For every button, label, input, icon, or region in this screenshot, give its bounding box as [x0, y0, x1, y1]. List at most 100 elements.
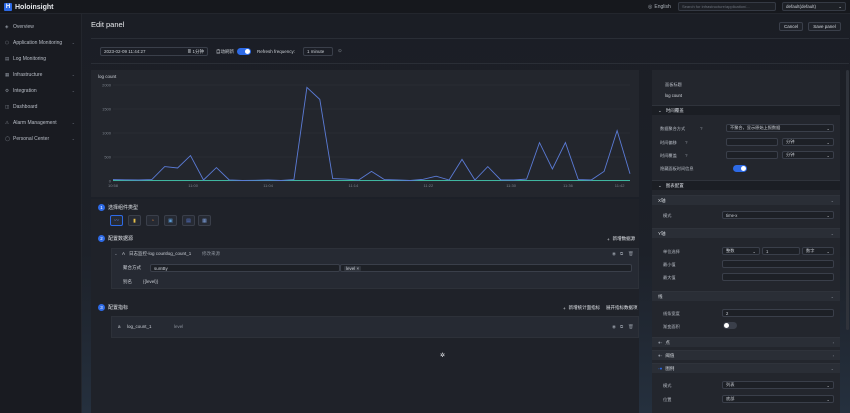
chart-type-grid[interactable]: ▦: [198, 215, 211, 226]
add-datasource-button[interactable]: + 新增数据源: [607, 236, 635, 242]
chevron-down-icon: ⌄: [830, 198, 834, 203]
help-icon[interactable]: ?: [700, 126, 703, 131]
sidebar-item-overview[interactable]: ◈ Overview: [0, 22, 82, 31]
chevron-down-icon: ⌄: [838, 4, 842, 9]
legend-mode-value: 列表: [726, 382, 735, 387]
copy-icon[interactable]: ⧉: [620, 324, 623, 329]
x-tick-label: 11:04: [263, 183, 273, 188]
sidebar-item-alarm-management[interactable]: ⚠ Alarm Management ⌄: [0, 118, 82, 127]
legend-position-select[interactable]: 底部 ⌄: [722, 395, 834, 403]
section-chart[interactable]: ⌄ 图表配置: [652, 180, 840, 190]
section-points[interactable]: ●◦ 点 ›: [652, 337, 840, 347]
section-time[interactable]: ⌄ 时间覆盖: [652, 105, 840, 115]
time-range-unit-value: 分钟: [786, 152, 795, 157]
decimals-input[interactable]: 1: [762, 247, 800, 255]
time-range-label: 时间覆盖: [660, 153, 677, 158]
sidebar-item-dashboard[interactable]: ◫ Dashboard: [0, 102, 82, 111]
chevron-down-icon: ⌄: [71, 72, 75, 77]
eye-icon[interactable]: ◉: [612, 251, 616, 257]
agg-mode-label: 数据聚合方式: [660, 126, 686, 131]
copy-icon[interactable]: ⧉: [620, 251, 623, 256]
help-icon[interactable]: ?: [685, 140, 688, 145]
save-panel-button[interactable]: Save panel: [808, 22, 841, 31]
help-icon[interactable]: ?: [685, 153, 688, 158]
time-shift-input[interactable]: [726, 138, 778, 146]
delete-icon[interactable]: 🗑: [628, 251, 634, 257]
chevron-down-icon: ⌄: [658, 182, 662, 188]
query-builder: [91, 199, 639, 413]
chart-type-bar[interactable]: ▮: [128, 215, 141, 226]
chart-type-stat[interactable]: ▣: [164, 215, 177, 226]
eye-icon[interactable]: ◉: [612, 324, 616, 330]
series-line: [112, 86, 631, 181]
tenant-select[interactable]: default(default) ⌄: [782, 2, 846, 11]
aggregation-select[interactable]: sumBy: [150, 264, 340, 272]
language-label: English: [654, 4, 671, 10]
dashboard-icon: ◫: [5, 103, 10, 109]
language-switch[interactable]: ◎ English: [648, 4, 671, 10]
section-line[interactable]: 线 ⌄: [652, 291, 840, 301]
datasource-letter: A: [122, 251, 126, 256]
x-axis-label: X轴: [658, 197, 666, 203]
chart-type-line[interactable]: 〰: [110, 215, 123, 226]
panel-scrollbar[interactable]: [846, 70, 849, 330]
cancel-button[interactable]: Cancel: [779, 22, 803, 31]
auto-refresh-toggle[interactable]: [237, 48, 251, 55]
sidebar-item-label: Overview: [13, 23, 34, 30]
hide-time-toggle[interactable]: [733, 165, 747, 172]
sidebar-item-infrastructure[interactable]: ▦ Infrastructure ⌄: [0, 70, 82, 79]
x-tick-label: 11:14: [349, 183, 359, 188]
max-input[interactable]: [722, 273, 834, 281]
x-mode-select[interactable]: time-x ⌄: [722, 211, 834, 219]
min-label: 最小值: [663, 262, 676, 267]
unit-select[interactable]: 整数 ⌄: [722, 247, 760, 255]
brand-logo[interactable]: H Holoinsight: [4, 3, 54, 11]
sidebar-item-label: Personal Center: [13, 135, 50, 142]
chart-type-pie[interactable]: ◔: [146, 215, 159, 226]
chart-type-table[interactable]: ▤: [182, 215, 195, 226]
search-input[interactable]: Search for infrastructure/application/..…: [678, 2, 776, 11]
expand-metrics-button[interactable]: 展开指标数据项: [606, 305, 638, 311]
chevron-down-icon: ⌄: [71, 136, 75, 141]
sidebar-item-integration[interactable]: ⚙ Integration ⌄: [0, 86, 82, 95]
sidebar-item-application-monitoring[interactable]: ⬡ Application Monitoring ⌄: [0, 38, 82, 47]
refresh-frequency-select[interactable]: 1 minute: [303, 47, 333, 56]
change-source-link[interactable]: 修改来源: [202, 251, 220, 257]
app-icon: ⬡: [5, 39, 9, 45]
section-threshold[interactable]: ●◦ 阈值 ›: [652, 350, 840, 360]
alias-input[interactable]: {{level}}: [140, 278, 632, 286]
datetime-picker[interactable]: 2023-02-09 11:44:27 ≣ 1分钟: [100, 47, 208, 56]
add-stat-metric-label: 新增统计面指标: [568, 305, 601, 310]
section-y-axis[interactable]: Y轴 ⌄: [652, 228, 840, 238]
datetime-value: 2023-02-09 11:44:27: [104, 49, 146, 54]
sidebar-item-label: Alarm Management: [13, 119, 57, 126]
fill-toggle[interactable]: [723, 322, 737, 329]
line-width-value: 2: [726, 310, 729, 316]
decimals-unit-select[interactable]: 数字 ⌄: [802, 247, 834, 255]
metric-tag: level: [174, 324, 184, 329]
user-icon: ◯: [5, 135, 11, 141]
delete-icon[interactable]: 🗑: [628, 324, 634, 330]
line-width-input[interactable]: 2: [722, 309, 834, 317]
group-tag: level ×: [344, 266, 362, 271]
chevron-right-icon: ›: [832, 340, 834, 345]
sidebar-item-personal-center[interactable]: ◯ Personal Center ⌄: [0, 134, 82, 143]
time-range-unit[interactable]: 分钟 ⌄: [782, 151, 834, 159]
group-by-select[interactable]: level ×: [340, 264, 632, 272]
legend-mode-select[interactable]: 列表 ⌄: [722, 381, 834, 389]
sidebar-item-log-monitoring[interactable]: ▤ Log Monitoring: [0, 54, 82, 63]
panel-title-input[interactable]: log count: [665, 93, 682, 98]
section-legend[interactable]: ◦● 图例 ⌄: [652, 363, 840, 373]
chevron-down-icon[interactable]: ⌄: [114, 251, 118, 257]
time-shift-unit[interactable]: 分钟 ⌄: [782, 138, 834, 146]
min-input[interactable]: [722, 260, 834, 268]
time-range-input[interactable]: [726, 151, 778, 159]
agg-mode-select[interactable]: 不聚合，显示原始上报数据 ⌄: [726, 124, 834, 132]
add-stat-metric-button[interactable]: + 新增统计面指标: [563, 305, 600, 311]
y-tick-label: 500: [104, 155, 111, 160]
chart-title: log count: [98, 74, 117, 79]
clock-icon[interactable]: ⊙: [338, 48, 342, 54]
settings-panel: [652, 70, 840, 413]
section-x-axis[interactable]: X轴 ⌄: [652, 195, 840, 205]
toggle-icon: ●◦: [658, 353, 663, 358]
